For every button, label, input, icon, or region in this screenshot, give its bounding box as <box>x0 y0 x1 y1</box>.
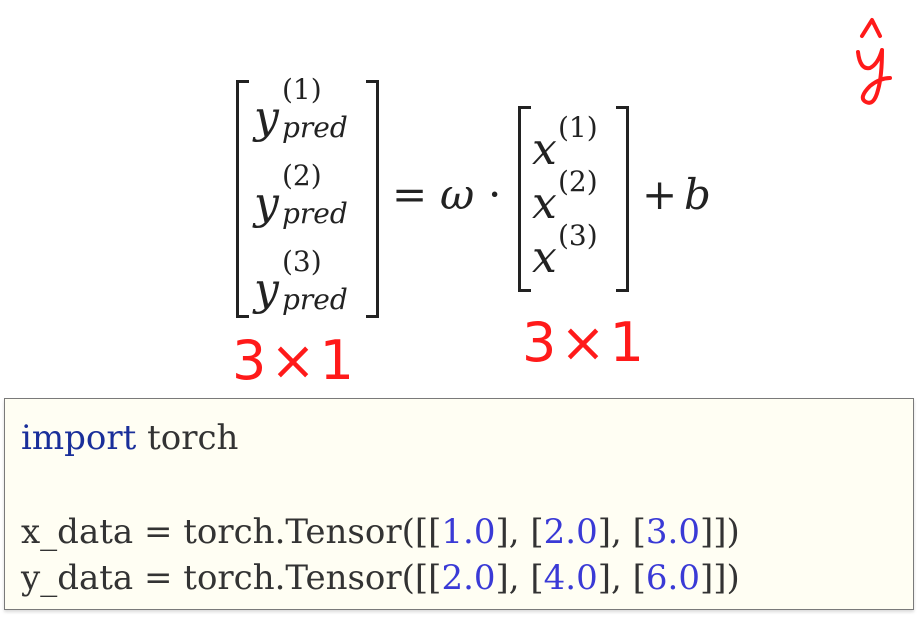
lhs-entry-3-subscript: pred <box>282 283 348 316</box>
right-bracket-rhs <box>616 106 629 292</box>
y-sep-2: ], [ <box>597 558 646 598</box>
rhs-dimension-annotation: 3×1 <box>522 311 648 374</box>
lhs-entry-2-superscript: (2) <box>282 159 322 192</box>
plus-sign: + <box>642 170 678 219</box>
x-sep-2: ], [ <box>597 512 646 552</box>
lhs-entry-2-subscript: pred <box>282 197 348 230</box>
code-line-x-data: x_data = torch.Tensor([[1.0], [2.0], [3.… <box>21 515 740 549</box>
lhs-dimension-annotation: 3×1 <box>232 329 358 392</box>
y-value-3: 6.0 <box>645 558 700 598</box>
x-value-3: 3.0 <box>645 512 700 552</box>
y-data-suffix: ]]) <box>699 558 740 598</box>
linear-model-equation: y (1) pred y (2) pred y (3) pred = ω · x… <box>232 62 732 322</box>
rhs-entry-2-superscript: (2) <box>558 165 598 198</box>
x-data-prefix: x_data = torch.Tensor([[ <box>21 512 442 552</box>
left-bracket-lhs <box>236 80 249 318</box>
x-value-2: 2.0 <box>543 512 598 552</box>
omega-weight: ω <box>440 170 475 219</box>
y-hat-handwritten <box>856 18 892 105</box>
rhs-entry-1-superscript: (1) <box>558 111 598 144</box>
x-data-suffix: ]]) <box>699 512 740 552</box>
equals-sign: = <box>392 170 428 219</box>
lhs-entry-3-var: y <box>254 264 279 315</box>
rhs-entry-2-var: x <box>532 178 557 229</box>
rhs-entry-1-var: x <box>532 124 557 175</box>
code-block: import torch x_data = torch.Tensor([[1.0… <box>4 398 914 610</box>
rhs-entry-3-var: x <box>532 232 557 283</box>
x-value-1: 1.0 <box>441 512 496 552</box>
code-line-y-data: y_data = torch.Tensor([[2.0], [4.0], [6.… <box>21 561 740 595</box>
lhs-entry-2-var: y <box>254 178 279 229</box>
y-data-prefix: y_data = torch.Tensor([[ <box>21 558 442 598</box>
y-sep-1: ], [ <box>495 558 544 598</box>
lhs-entry-1-var: y <box>254 92 279 143</box>
lhs-entry-1-superscript: (1) <box>282 73 322 106</box>
slide: y (1) pred y (2) pred y (3) pred = ω · x… <box>0 0 918 618</box>
dot-operator: · <box>488 170 502 219</box>
import-keyword: import <box>21 418 137 458</box>
y-value-1: 2.0 <box>441 558 496 598</box>
right-bracket-lhs <box>366 80 379 318</box>
import-module: torch <box>136 418 239 458</box>
rhs-entry-3-superscript: (3) <box>558 219 598 252</box>
left-bracket-rhs <box>518 106 531 292</box>
y-value-2: 4.0 <box>543 558 598 598</box>
lhs-entry-1-subscript: pred <box>282 111 348 144</box>
lhs-entry-3-superscript: (3) <box>282 245 322 278</box>
code-line-import: import torch <box>21 421 238 455</box>
bias-term: b <box>684 170 711 219</box>
x-sep-1: ], [ <box>495 512 544 552</box>
